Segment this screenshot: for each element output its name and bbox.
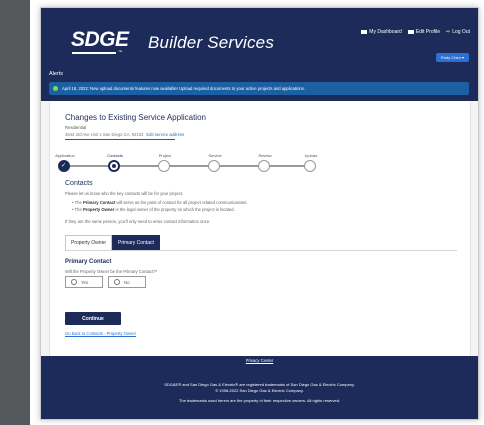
- bullet-bold: Property Owner: [82, 206, 115, 212]
- step-pending-icon: [258, 160, 270, 172]
- progress-stepper: Application Contacts Project Service Rev…: [55, 153, 317, 173]
- edit-service-address-link[interactable]: Edit service address: [146, 132, 184, 137]
- left-gray-panel: [0, 0, 30, 425]
- site-footer: Privacy Center SDG&E® and San Diego Gas …: [41, 356, 478, 419]
- privacy-center-link[interactable]: Privacy Center: [41, 358, 478, 363]
- step-service: Service: [195, 153, 235, 172]
- bullet-text: will serve as the point of contact for a…: [116, 200, 248, 205]
- tabs-divider: [65, 250, 457, 251]
- nav-my-dashboard-label: My Dashboard: [369, 29, 402, 35]
- radio-no[interactable]: No: [108, 276, 146, 288]
- footer-rights-line: The trademarks used herein are the prope…: [178, 398, 341, 403]
- contacts-heading: Contacts: [65, 180, 93, 187]
- step-pending-icon: [158, 160, 170, 172]
- tab-primary-contact[interactable]: Primary Contact: [112, 235, 160, 251]
- alert-banner: April 18, 2022: New upload documents fea…: [49, 82, 469, 95]
- service-address: 3644 3rd Ave Unit 1 San Diego CA, 92103 E…: [65, 132, 184, 137]
- nav-edit-profile-label: Edit Profile: [415, 29, 440, 35]
- step-pending-icon: [304, 160, 316, 172]
- contacts-intro: Please let us know who the key contacts …: [65, 191, 184, 196]
- footer-copyright-line: © 1998-2022 San Diego Gas & Electric Com…: [215, 388, 304, 393]
- dashboard-icon: [361, 30, 368, 34]
- stepper-line: [65, 165, 313, 167]
- nav-log-out[interactable]: ⇨ Log Out: [446, 29, 470, 35]
- step-label: Review: [258, 153, 272, 158]
- bullet-bold: Primary Contact: [82, 200, 116, 205]
- application-card: Changes to Existing Service Application …: [49, 101, 471, 356]
- user-menu-button[interactable]: Rudy Chen ▾: [435, 53, 469, 62]
- step-label: Contacts: [107, 153, 123, 158]
- logo-underline: [72, 52, 116, 54]
- radio-yes[interactable]: Yes: [65, 276, 103, 288]
- alerts-section: Alerts April 18, 2022: New upload docume…: [41, 66, 478, 101]
- nav-my-dashboard[interactable]: My Dashboard: [361, 29, 402, 35]
- logo-trademark: ™: [118, 49, 122, 54]
- sdge-logo[interactable]: SDGE: [71, 29, 129, 50]
- back-to-property-owner-link[interactable]: Go back to Contacts - Property Owner: [65, 331, 136, 336]
- primary-contact-question: Will the Property Owner be the Primary C…: [65, 269, 157, 274]
- application-type: Residential: [65, 125, 87, 130]
- step-label: Project: [158, 153, 172, 158]
- radio-yes-label: Yes: [81, 279, 89, 285]
- radio-no-label: No: [124, 279, 130, 285]
- same-person-note: If they are the same person, you'll only…: [65, 219, 211, 224]
- page-title: Changes to Existing Service Application: [65, 113, 206, 122]
- step-current-icon: [108, 160, 120, 172]
- radio-circle-icon: [114, 279, 120, 285]
- continue-button[interactable]: Continue: [65, 312, 121, 325]
- radio-circle-icon: [71, 279, 77, 285]
- step-project: Project: [145, 153, 185, 172]
- tab-property-owner[interactable]: Property Owner: [65, 235, 113, 251]
- top-nav: My Dashboard Edit Profile ⇨ Log Out: [361, 29, 470, 35]
- nav-edit-profile[interactable]: Edit Profile: [407, 29, 440, 35]
- bullet-prefix: The: [74, 206, 82, 212]
- title-divider: [65, 139, 175, 140]
- step-complete-icon: [58, 160, 70, 172]
- question-text: Will the Property Owner be the Primary C…: [65, 269, 156, 274]
- step-label: Service: [208, 153, 222, 158]
- required-mark: *: [155, 269, 158, 274]
- step-review: Review: [245, 153, 285, 172]
- contact-tabs: Property Owner Primary Contact: [65, 235, 160, 251]
- service-address-text: 3644 3rd Ave Unit 1 San Diego CA, 92103: [65, 132, 144, 137]
- alert-message: April 18, 2022: New upload documents fea…: [62, 86, 306, 91]
- site-header: SDGE ™ Builder Services My Dashboard Edi…: [41, 8, 478, 66]
- step-application[interactable]: Application: [45, 153, 85, 172]
- profile-icon: [407, 30, 414, 34]
- step-label: Upload: [304, 153, 318, 158]
- browser-page: SDGE ™ Builder Services My Dashboard Edi…: [40, 7, 479, 420]
- logout-icon: ⇨: [446, 29, 451, 35]
- primary-contact-heading: Primary Contact: [65, 259, 112, 265]
- step-label: Application: [55, 153, 75, 158]
- bullet-prefix: The: [74, 200, 82, 205]
- contacts-bullets: • The Primary Contact will serve as the …: [72, 200, 248, 213]
- nav-log-out-label: Log Out: [452, 29, 470, 35]
- step-pending-icon: [208, 160, 220, 172]
- step-upload: Upload: [291, 153, 331, 172]
- footer-trademark-line: SDG&E® and San Diego Gas & Electric® are…: [164, 382, 355, 387]
- step-contacts[interactable]: Contacts: [95, 153, 135, 172]
- alert-status-icon: [53, 86, 58, 91]
- alerts-title: Alerts: [49, 71, 64, 77]
- bullet-text: is the legal owner of the property on wh…: [115, 206, 235, 212]
- app-title: Builder Services: [148, 33, 275, 52]
- bullet-property-owner: • The Property Owner is the legal owner …: [72, 206, 235, 212]
